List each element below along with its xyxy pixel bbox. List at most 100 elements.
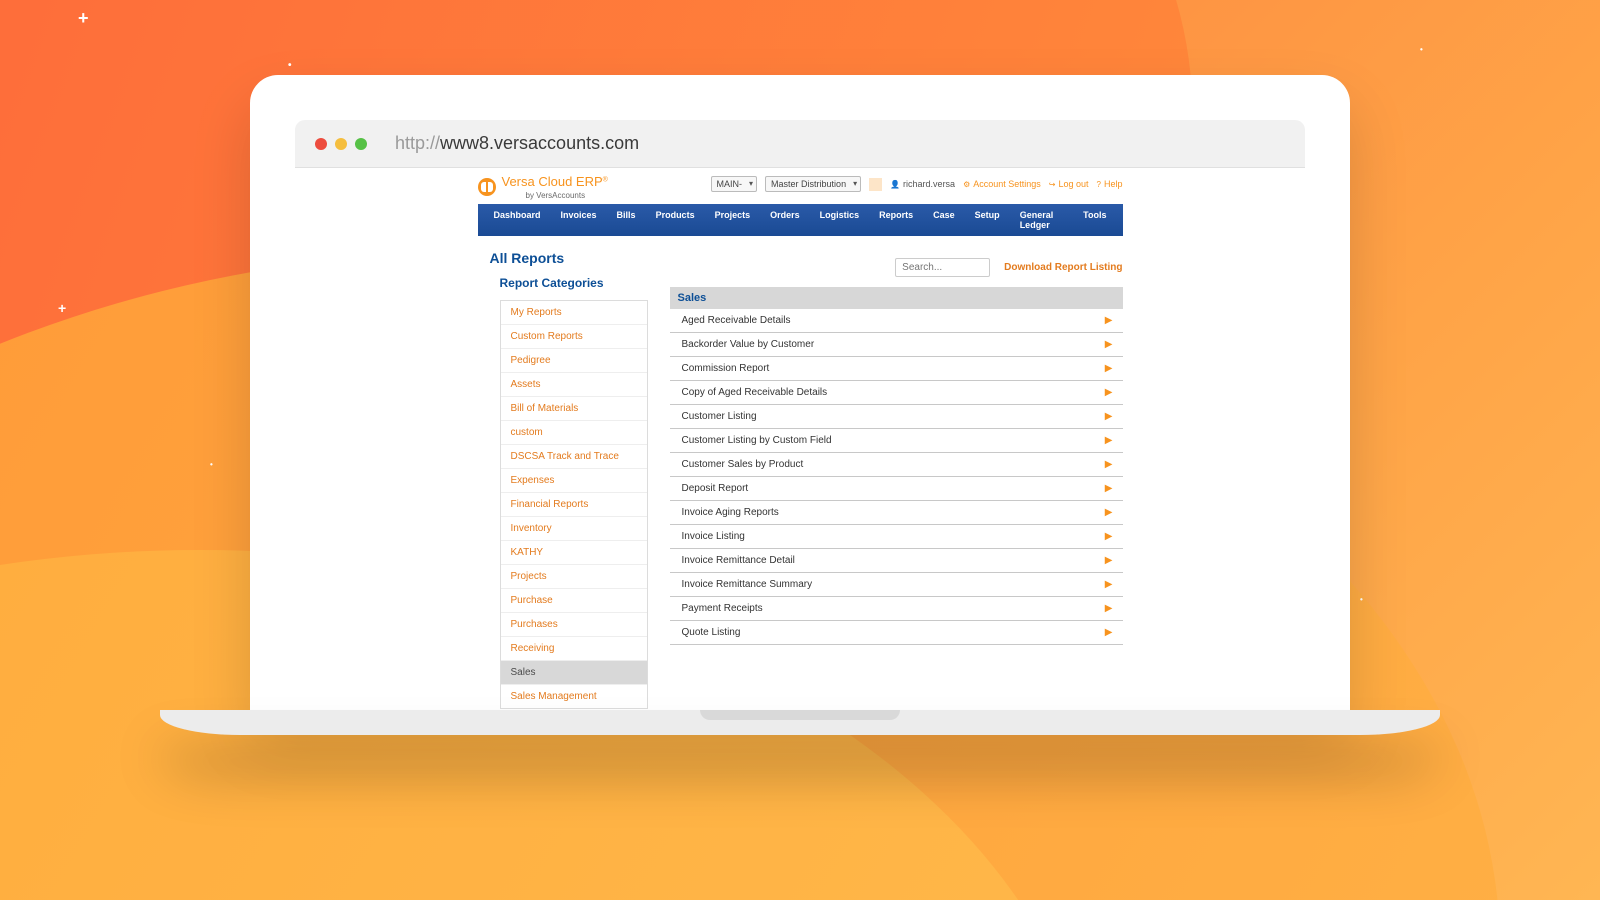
close-icon[interactable] [315, 138, 327, 150]
laptop-base [160, 710, 1440, 735]
user-icon: 👤 [890, 180, 900, 189]
play-icon[interactable]: ▶ [1105, 459, 1113, 470]
play-icon[interactable]: ▶ [1105, 531, 1113, 542]
help-link[interactable]: ?Help [1097, 179, 1123, 189]
main-nav: DashboardInvoicesBillsProductsProjectsOr… [478, 204, 1123, 236]
report-row[interactable]: Aged Receivable Details ▶ [670, 309, 1123, 333]
report-row[interactable]: Customer Listing▶ [670, 405, 1123, 429]
logo-text: Versa Cloud ERP [502, 174, 603, 189]
nav-case[interactable]: Case [923, 204, 965, 236]
report-row[interactable]: Backorder Value by Customer▶ [670, 333, 1123, 357]
app-content: Versa Cloud ERP® by VersAccounts MAIN- M… [295, 168, 1305, 715]
category-financial-reports[interactable]: Financial Reports [501, 493, 647, 517]
play-icon[interactable]: ▶ [1105, 555, 1113, 566]
play-icon[interactable]: ▶ [1105, 603, 1113, 614]
report-row[interactable]: Invoice Listing ▶ [670, 525, 1123, 549]
category-kathy[interactable]: KATHY [501, 541, 647, 565]
play-icon[interactable]: ▶ [1105, 435, 1113, 446]
play-icon[interactable]: ▶ [1105, 579, 1113, 590]
report-label: Invoice Remittance Detail [682, 555, 795, 566]
nav-dashboard[interactable]: Dashboard [484, 204, 551, 236]
nav-reports[interactable]: Reports [869, 204, 923, 236]
report-label: Invoice Aging Reports [682, 507, 779, 518]
help-icon: ? [1097, 180, 1101, 189]
dot-icon: • [288, 60, 292, 71]
play-icon[interactable]: ▶ [1105, 507, 1113, 518]
nav-tools[interactable]: Tools [1073, 204, 1116, 236]
nav-products[interactable]: Products [646, 204, 705, 236]
account-settings-link[interactable]: ⚙Account Settings [963, 179, 1041, 189]
report-label: Commission Report [682, 363, 770, 374]
categories-heading: Report Categories [500, 276, 648, 290]
laptop-frame: http://www8.versaccounts.com Versa Cloud… [250, 75, 1350, 715]
category-pedigree[interactable]: Pedigree [501, 349, 647, 373]
category-bill-of-materials[interactable]: Bill of Materials [501, 397, 647, 421]
report-row[interactable]: Invoice Remittance Summary▶ [670, 573, 1123, 597]
logo[interactable]: Versa Cloud ERP® by VersAccounts [478, 174, 608, 200]
report-label: Invoice Listing [682, 531, 745, 542]
report-row[interactable]: Invoice Remittance Detail ▶ [670, 549, 1123, 573]
category-sales-management[interactable]: Sales Management [501, 685, 647, 708]
plus-icon: + [58, 300, 66, 316]
report-row[interactable]: Quote Listing▶ [670, 621, 1123, 645]
category-projects[interactable]: Projects [501, 565, 647, 589]
nav-invoices[interactable]: Invoices [551, 204, 607, 236]
report-label: Customer Listing by Custom Field [682, 435, 832, 446]
category-custom-reports[interactable]: Custom Reports [501, 325, 647, 349]
nav-general-ledger[interactable]: General Ledger [1010, 204, 1073, 236]
report-row[interactable]: Commission Report ▶ [670, 357, 1123, 381]
play-icon[interactable]: ▶ [1105, 387, 1113, 398]
category-expenses[interactable]: Expenses [501, 469, 647, 493]
report-row[interactable]: Payment Receipts ▶ [670, 597, 1123, 621]
gear-icon: ⚙ [963, 180, 970, 189]
user-label[interactable]: 👤richard.versa [890, 179, 955, 189]
report-row[interactable]: Copy of Aged Receivable Details ▶ [670, 381, 1123, 405]
logout-icon: ↪ [1049, 180, 1056, 189]
play-icon[interactable]: ▶ [1105, 411, 1113, 422]
nav-logistics[interactable]: Logistics [810, 204, 870, 236]
category-dscsa-track-and-trace[interactable]: DSCSA Track and Trace [501, 445, 647, 469]
category-assets[interactable]: Assets [501, 373, 647, 397]
category-sales[interactable]: Sales [501, 661, 647, 685]
avatar[interactable] [869, 178, 882, 191]
report-label: Copy of Aged Receivable Details [682, 387, 828, 398]
category-inventory[interactable]: Inventory [501, 517, 647, 541]
maximize-icon[interactable] [355, 138, 367, 150]
company-dropdown[interactable]: MAIN- [711, 176, 758, 192]
report-row[interactable]: Customer Sales by Product ▶ [670, 453, 1123, 477]
report-row[interactable]: Deposit Report▶ [670, 477, 1123, 501]
nav-bills[interactable]: Bills [607, 204, 646, 236]
category-custom[interactable]: custom [501, 421, 647, 445]
report-row[interactable]: Customer Listing by Custom Field ▶ [670, 429, 1123, 453]
play-icon[interactable]: ▶ [1105, 339, 1113, 350]
distribution-dropdown[interactable]: Master Distribution [765, 176, 861, 192]
nav-projects[interactable]: Projects [705, 204, 761, 236]
nav-orders[interactable]: Orders [760, 204, 810, 236]
search-input[interactable] [895, 258, 990, 277]
play-icon[interactable]: ▶ [1105, 315, 1113, 326]
address-bar[interactable]: http://www8.versaccounts.com [395, 133, 639, 154]
logout-link[interactable]: ↪Log out [1049, 179, 1089, 189]
report-label: Aged Receivable Details [682, 315, 791, 326]
dot-icon: • [210, 460, 213, 469]
reports-panel: Download Report Listing Sales Aged Recei… [670, 276, 1123, 709]
play-icon[interactable]: ▶ [1105, 627, 1113, 638]
category-receiving[interactable]: Receiving [501, 637, 647, 661]
play-icon[interactable]: ▶ [1105, 363, 1113, 374]
report-label: Customer Sales by Product [682, 459, 804, 470]
nav-setup[interactable]: Setup [965, 204, 1010, 236]
minimize-icon[interactable] [335, 138, 347, 150]
logo-icon [478, 178, 496, 196]
dot-icon: • [1360, 595, 1363, 604]
plus-icon: + [78, 8, 89, 29]
report-row[interactable]: Invoice Aging Reports ▶ [670, 501, 1123, 525]
category-my-reports[interactable]: My Reports [501, 301, 647, 325]
category-purchase[interactable]: Purchase [501, 589, 647, 613]
download-report-listing-link[interactable]: Download Report Listing [1004, 262, 1122, 273]
play-icon[interactable]: ▶ [1105, 483, 1113, 494]
logo-subtitle: by VersAccounts [526, 191, 608, 200]
report-label: Payment Receipts [682, 603, 763, 614]
dot-icon: • [1420, 45, 1423, 54]
category-purchases[interactable]: Purchases [501, 613, 647, 637]
section-heading: Sales [670, 287, 1123, 309]
